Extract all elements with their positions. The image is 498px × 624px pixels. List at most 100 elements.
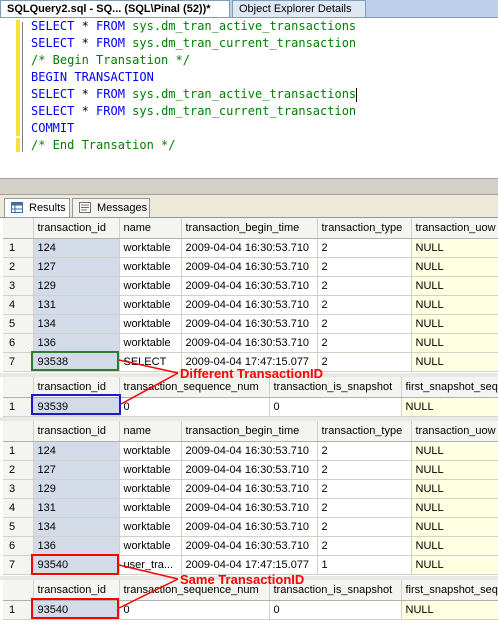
table-cell[interactable]: 2 [317,295,412,315]
cell-transaction-uow[interactable]: NULL [411,238,498,258]
table-cell[interactable]: 2009-04-04 16:30:53.710 [181,517,318,537]
cell-transaction-id[interactable]: 131 [33,295,120,315]
row-number[interactable]: 3 [3,276,34,296]
table-cell[interactable]: worktable [119,498,182,518]
table-cell[interactable]: 0 [119,600,270,620]
table-cell[interactable]: 2 [317,314,412,334]
column-header[interactable]: transaction_id [33,580,120,601]
row-number[interactable]: 1 [3,238,34,258]
table-cell[interactable]: 2009-04-04 16:30:53.710 [181,257,318,277]
row-number[interactable]: 1 [3,397,34,417]
cell-transaction-uow[interactable]: NULL [411,479,498,499]
table-row[interactable]: 6 136 worktable 2009-04-04 16:30:53.710 2 NUL… [3,333,498,353]
column-header[interactable]: transaction_id [33,421,120,442]
table-cell[interactable]: user_tra... [119,555,182,575]
cell-transaction-id[interactable]: 129 [33,479,120,499]
cell-transaction-uow[interactable]: NULL [411,333,498,353]
table-cell[interactable]: worktable [119,460,182,480]
table-cell[interactable]: worktable [119,441,182,461]
row-number[interactable]: 2 [3,257,34,277]
table-cell[interactable]: NULL [401,397,498,417]
table-cell[interactable]: NULL [401,600,498,620]
cell-transaction-id[interactable]: 127 [33,257,120,277]
table-cell[interactable]: 0 [269,600,402,620]
table-cell[interactable]: 2009-04-04 16:30:53.710 [181,479,318,499]
table-cell[interactable]: 2 [317,238,412,258]
column-header[interactable]: transaction_id [33,218,120,239]
row-number[interactable]: 1 [3,441,34,461]
column-header[interactable]: transaction_type [317,218,412,239]
table-row[interactable]: 3 129 worktable 2009-04-04 16:30:53.710 2 NUL… [3,276,498,296]
column-header[interactable]: transaction_begin_time [181,421,318,442]
table-cell[interactable]: 2 [317,460,412,480]
row-number[interactable]: 1 [3,600,34,620]
cell-transaction-id[interactable]: 136 [33,536,120,556]
table-cell[interactable]: 2009-04-04 16:30:53.710 [181,238,318,258]
table-cell[interactable]: 2009-04-04 16:30:53.710 [181,536,318,556]
table-row[interactable]: 3 129 worktable 2009-04-04 16:30:53.710 2 NUL… [3,479,498,499]
table-cell[interactable]: 2 [317,257,412,277]
table-cell[interactable]: 2 [317,536,412,556]
table-cell[interactable]: 2009-04-04 16:30:53.710 [181,441,318,461]
tab-messages[interactable]: Messages [72,198,150,217]
table-cell[interactable]: worktable [119,333,182,353]
table-cell[interactable]: 2009-04-04 16:30:53.710 [181,276,318,296]
column-header[interactable]: name [119,218,182,239]
cell-transaction-uow[interactable]: NULL [411,536,498,556]
cell-transaction-uow[interactable]: NULL [411,257,498,277]
row-number[interactable]: 6 [3,536,34,556]
row-number[interactable]: 7 [3,555,34,575]
row-number[interactable]: 4 [3,295,34,315]
row-number[interactable]: 2 [3,460,34,480]
editor-horizontal-scrollbar[interactable] [0,178,498,195]
table-cell[interactable]: 0 [269,397,402,417]
tab-sqlquery2[interactable]: SQLQuery2.sql - SQ... (SQL\Pinal (52))* [0,0,230,17]
table-row[interactable]: 4 131 worktable 2009-04-04 16:30:53.710 2 NUL… [3,295,498,315]
cell-transaction-id[interactable]: 134 [33,517,120,537]
tab-results[interactable]: Results [4,198,70,217]
cell-transaction-id[interactable]: 127 [33,460,120,480]
cell-transaction-uow[interactable]: NULL [411,441,498,461]
table-cell[interactable]: worktable [119,479,182,499]
table-cell[interactable]: 2 [317,333,412,353]
table-cell[interactable]: worktable [119,536,182,556]
table-cell[interactable]: 2 [317,276,412,296]
table-cell[interactable]: 2009-04-04 16:30:53.710 [181,314,318,334]
cell-transaction-id[interactable]: 129 [33,276,120,296]
cell-transaction-id[interactable]: 131 [33,498,120,518]
cell-transaction-uow[interactable]: NULL [411,352,498,372]
cell-transaction-uow[interactable]: NULL [411,295,498,315]
row-number[interactable]: 4 [3,498,34,518]
table-cell[interactable]: 1 [317,555,412,575]
row-number[interactable]: 6 [3,333,34,353]
row-number[interactable]: 5 [3,517,34,537]
column-header[interactable]: first_snapshot_sequ [401,377,498,398]
table-row[interactable]: 6 136 worktable 2009-04-04 16:30:53.710 2 NUL… [3,536,498,556]
tab-object-explorer-details[interactable]: Object Explorer Details [232,0,366,17]
cell-transaction-id[interactable]: 124 [33,238,120,258]
cell-transaction-uow[interactable]: NULL [411,498,498,518]
table-cell[interactable]: 2009-04-04 16:30:53.710 [181,460,318,480]
query-editor[interactable]: SELECT * FROM sys.dm_tran_active_transac… [0,18,498,178]
cell-transaction-uow[interactable]: NULL [411,460,498,480]
table-cell[interactable]: worktable [119,295,182,315]
table-cell[interactable]: 2 [317,441,412,461]
cell-transaction-id[interactable]: 124 [33,441,120,461]
table-row[interactable]: 5 134 worktable 2009-04-04 16:30:53.710 2 NUL… [3,517,498,537]
table-row[interactable]: 4 131 worktable 2009-04-04 16:30:53.710 2 NUL… [3,498,498,518]
column-header[interactable]: name [119,421,182,442]
cell-transaction-uow[interactable]: NULL [411,314,498,334]
table-row[interactable]: 1 124 worktable 2009-04-04 16:30:53.710 2 NUL… [3,238,498,258]
column-header[interactable]: transaction_begin_time [181,218,318,239]
table-row[interactable]: 5 134 worktable 2009-04-04 16:30:53.710 2 NUL… [3,314,498,334]
row-number[interactable]: 3 [3,479,34,499]
table-cell[interactable]: worktable [119,238,182,258]
column-header[interactable]: transaction_uow [411,218,498,239]
table-row[interactable]: 1 124 worktable 2009-04-04 16:30:53.710 2 NUL… [3,441,498,461]
table-cell[interactable]: 2009-04-04 16:30:53.710 [181,498,318,518]
table-cell[interactable]: worktable [119,517,182,537]
cell-transaction-id[interactable]: 134 [33,314,120,334]
table-cell[interactable]: 2 [317,479,412,499]
column-header[interactable]: first_snapshot_sequ [401,580,498,601]
table-cell[interactable]: 2009-04-04 16:30:53.710 [181,333,318,353]
